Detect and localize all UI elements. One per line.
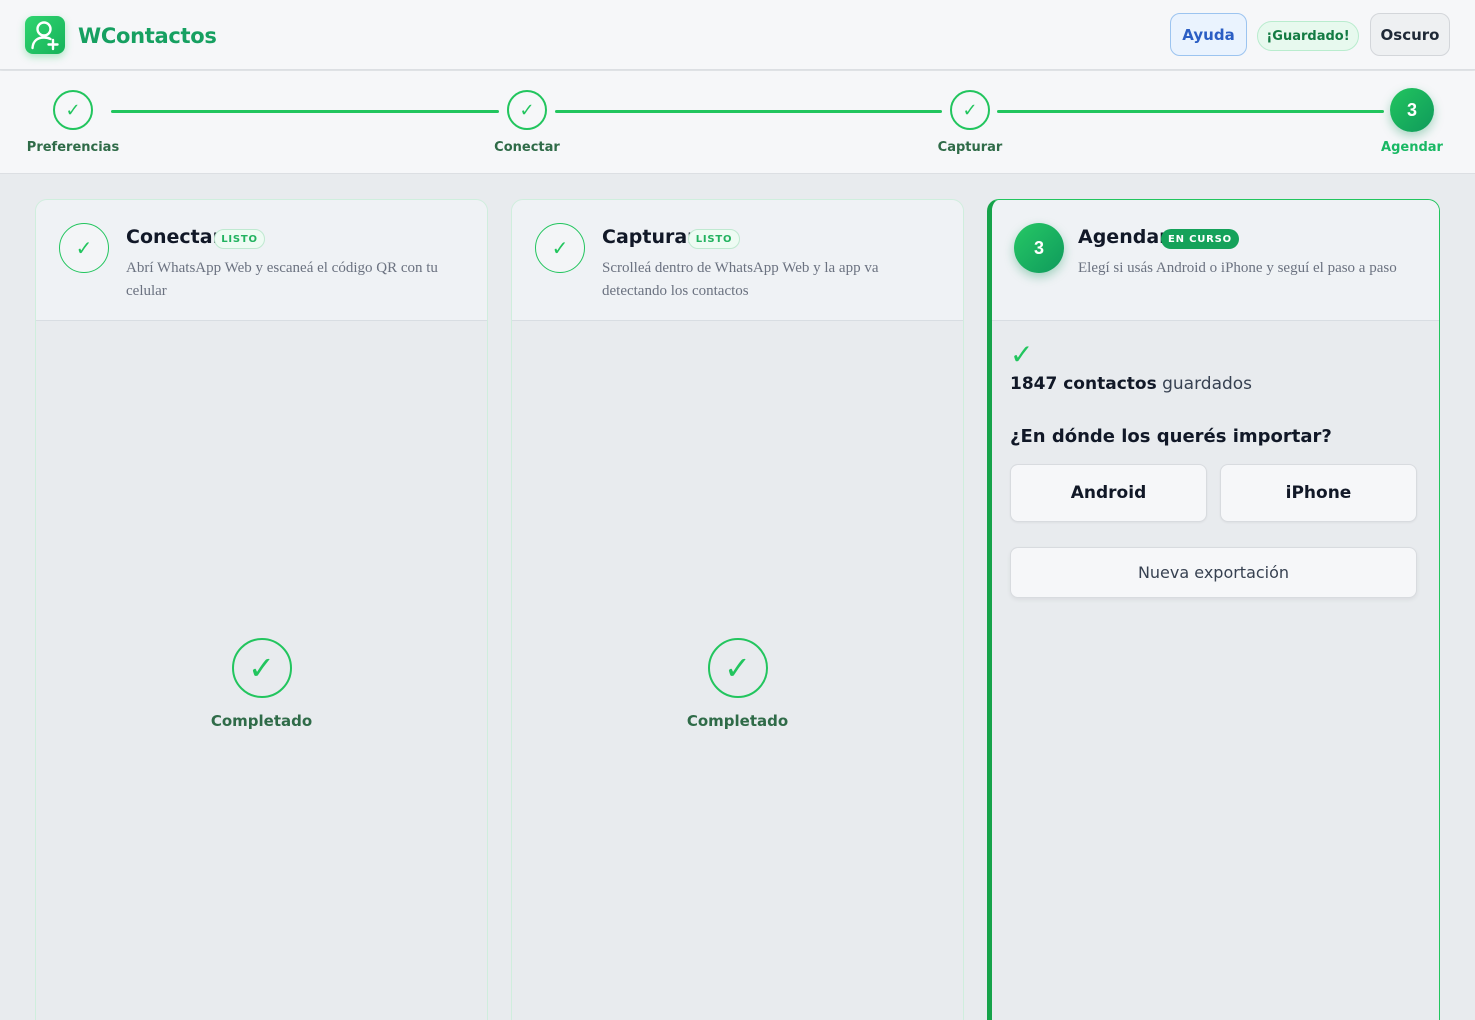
- card-description: Abrí WhatsApp Web y escaneá el código QR…: [126, 260, 438, 299]
- step-label-conectar: Conectar: [494, 140, 560, 155]
- saved-count-suffix: guardados: [1156, 374, 1253, 394]
- card-title: Capturar: [602, 226, 697, 248]
- card-title: Agendar: [1078, 226, 1169, 248]
- theme-toggle-button[interactable]: Oscuro: [1370, 13, 1450, 56]
- check-icon: ✓: [231, 638, 292, 698]
- new-export-button[interactable]: Nueva exportación: [1010, 547, 1417, 598]
- check-icon: ✓: [59, 223, 109, 273]
- completed-state: ✓ Completado: [512, 638, 963, 730]
- step-card-capturar: ✓ Capturar LISTO Scrolleá dentro de What…: [511, 199, 964, 1020]
- card-header: 3 Agendar EN CURSO Elegí si usás Android…: [992, 200, 1439, 321]
- step-connector: [997, 110, 1384, 113]
- step-card-agendar: 3 Agendar EN CURSO Elegí si usás Android…: [987, 199, 1440, 1020]
- card-header: ✓ Conectar LISTO Abrí WhatsApp Web y esc…: [36, 200, 487, 321]
- status-badge: EN CURSO: [1161, 229, 1239, 249]
- import-question: ¿En dónde los querés importar?: [1010, 426, 1332, 447]
- step-3-check-icon[interactable]: ✓: [950, 90, 990, 130]
- user-plus-icon: [25, 16, 65, 54]
- check-icon: ✓: [1010, 339, 1034, 370]
- card-description: Elegí si usás Android o iPhone y seguí e…: [1078, 260, 1397, 276]
- step-number: 3: [1014, 223, 1064, 273]
- check-icon: ✓: [535, 223, 585, 273]
- completed-state: ✓ Completado: [36, 638, 487, 730]
- progress-stepper: ✓ ✓ ✓ 3 Preferencias Conectar Capturar A…: [0, 71, 1475, 174]
- status-badge: LISTO: [688, 229, 740, 249]
- completed-label: Completado: [210, 712, 313, 730]
- step-4-number[interactable]: 3: [1390, 88, 1434, 132]
- step-label-capturar: Capturar: [937, 140, 1003, 155]
- app-header: WContactos Ayuda ¡Guardado! Oscuro: [0, 0, 1475, 70]
- card-description: Scrolleá dentro de WhatsApp Web y la app…: [602, 260, 879, 299]
- iphone-button[interactable]: iPhone: [1220, 464, 1417, 522]
- card-title: Conectar: [126, 226, 222, 248]
- brand-name: WContactos: [78, 24, 217, 48]
- status-badge: LISTO: [214, 229, 265, 249]
- step-card-conectar: ✓ Conectar LISTO Abrí WhatsApp Web y esc…: [35, 199, 488, 1020]
- step-2-check-icon[interactable]: ✓: [507, 90, 547, 130]
- step-label-agendar: Agendar: [1381, 140, 1443, 155]
- card-header: ✓ Capturar LISTO Scrolleá dentro de What…: [512, 200, 963, 321]
- step-1-check-icon[interactable]: ✓: [53, 90, 93, 130]
- completed-label: Completado: [686, 712, 789, 730]
- help-button[interactable]: Ayuda: [1170, 13, 1247, 56]
- android-button[interactable]: Android: [1010, 464, 1207, 522]
- check-icon: ✓: [707, 638, 768, 698]
- saved-badge: ¡Guardado!: [1257, 21, 1359, 51]
- step-label-preferencias: Preferencias: [26, 140, 120, 155]
- step-connector: [111, 110, 499, 113]
- saved-count-number: 1847 contactos: [1010, 374, 1157, 394]
- saved-count: 1847 contactos guardados: [1010, 374, 1252, 394]
- step-connector: [555, 110, 942, 113]
